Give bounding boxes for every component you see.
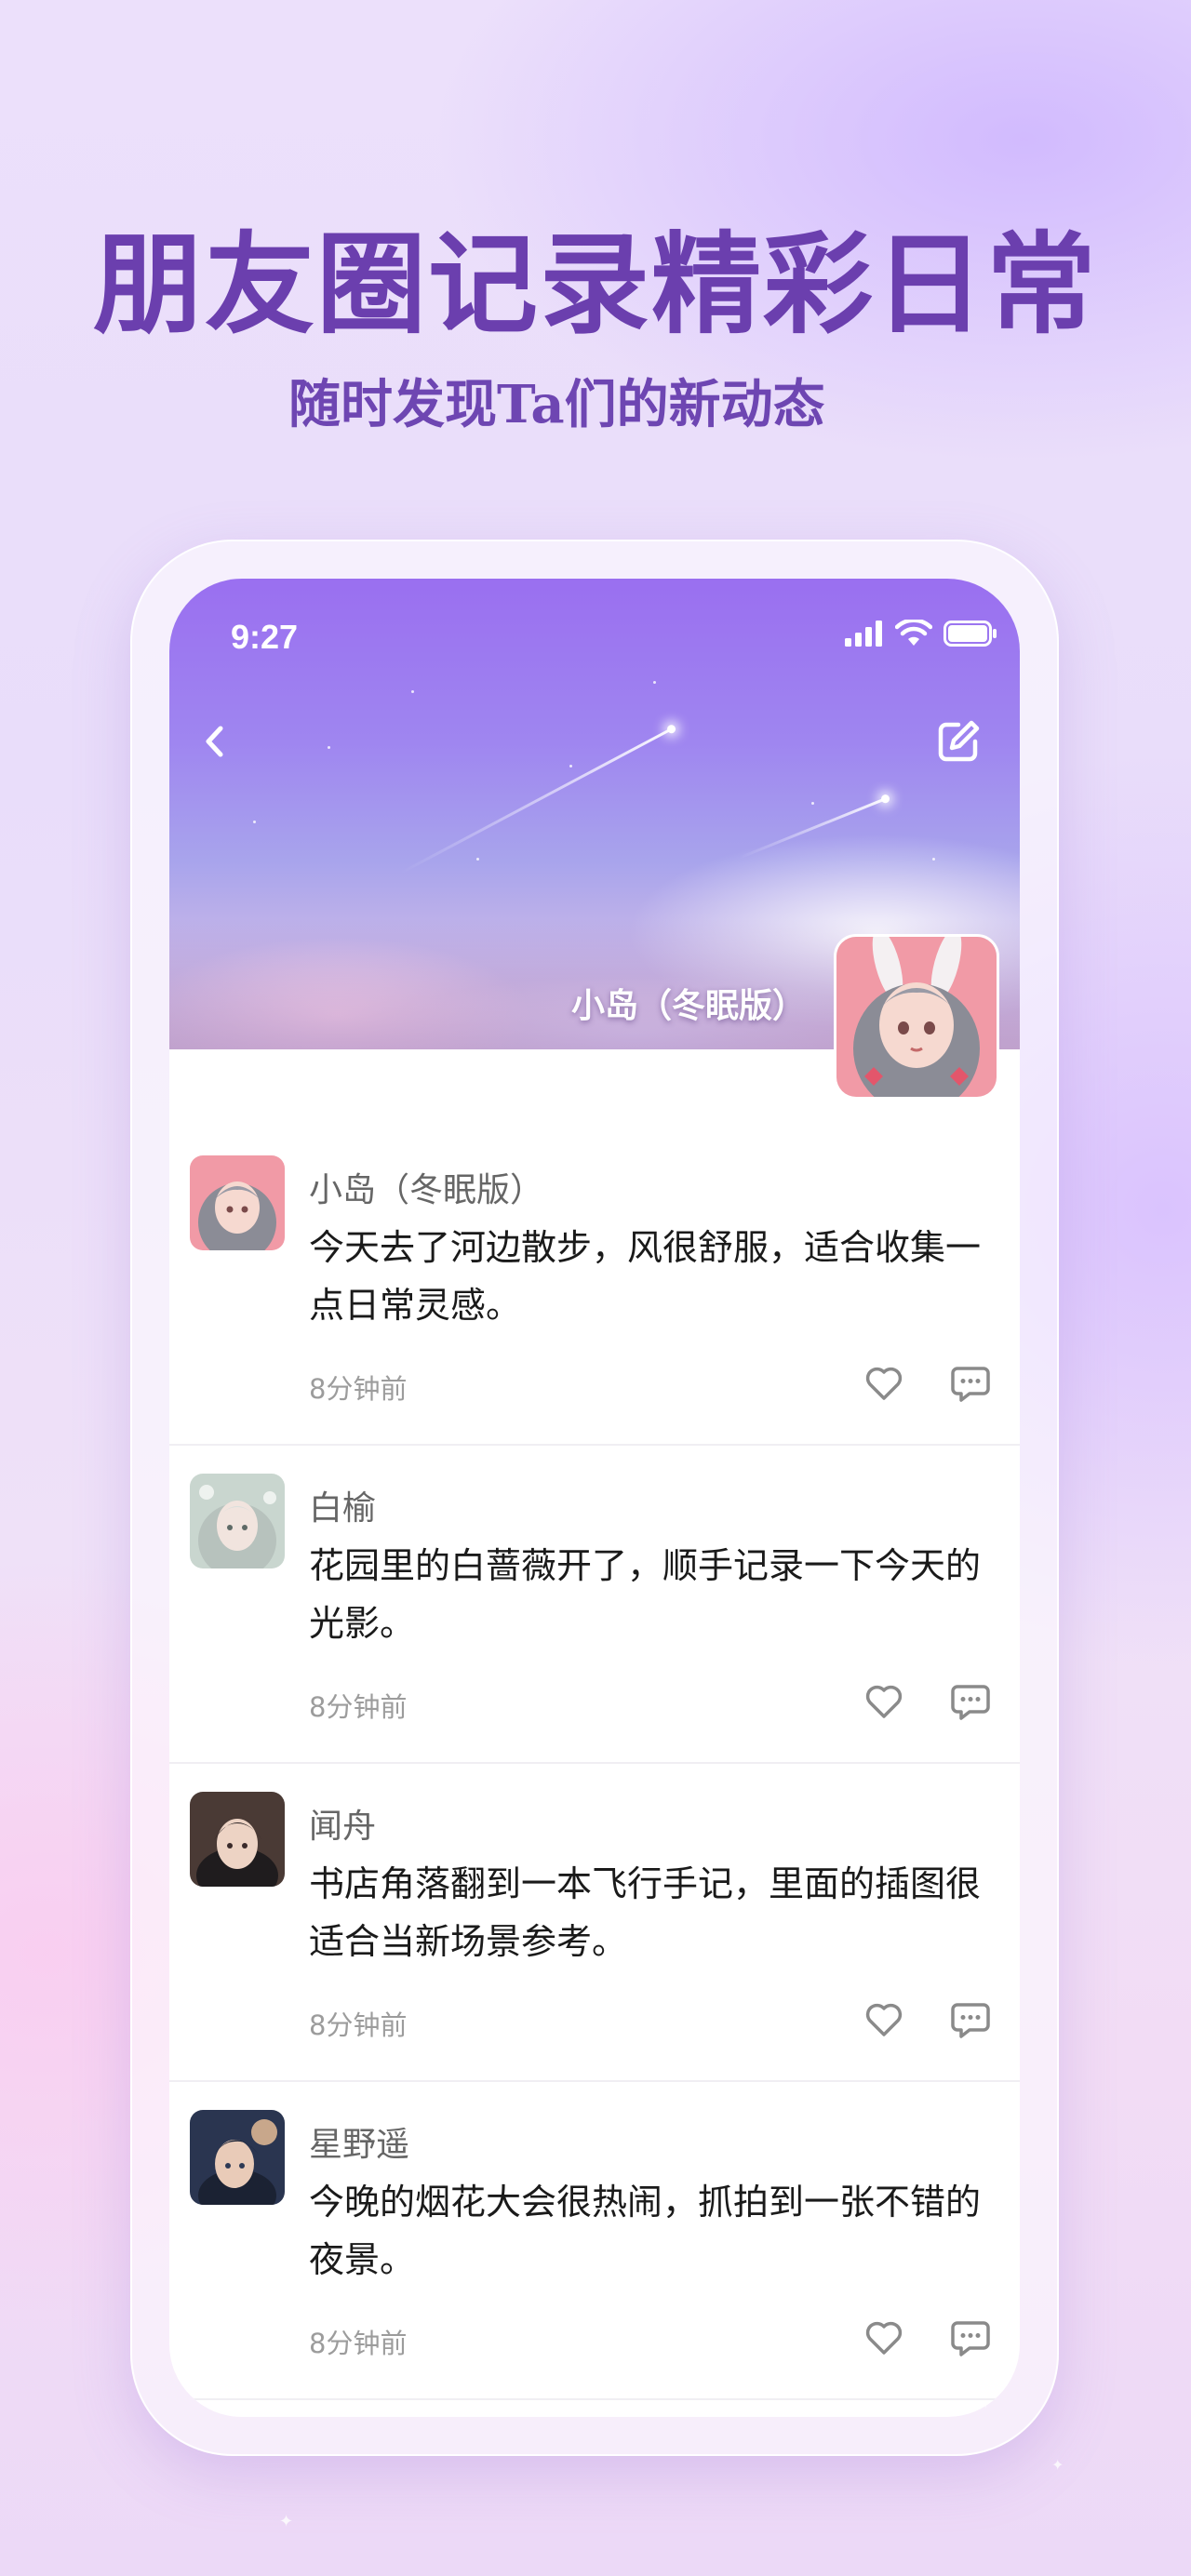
comment-icon [951, 2321, 990, 2356]
avatar [190, 1792, 285, 1887]
edit-icon [938, 720, 980, 762]
comment-button[interactable] [949, 1362, 992, 1405]
post-author[interactable]: 星野遥 [309, 2117, 409, 2166]
feed-post: 星野遥 今晚的烟花大会很热闹，抓拍到一张不错的夜景。 8分钟前 [169, 2082, 1020, 2400]
wifi-icon [895, 620, 932, 646]
comment-button[interactable] [949, 2316, 992, 2359]
star [932, 858, 935, 861]
like-button[interactable] [862, 1996, 906, 2041]
post-author[interactable]: 小岛（冬眠版） [309, 1163, 543, 1211]
star [253, 821, 256, 823]
star [411, 690, 414, 693]
comment-icon [951, 1685, 990, 1720]
comment-icon [951, 1367, 990, 1402]
status-icons [845, 620, 997, 647]
post-text: 花园里的白蔷薇开了，顺手记录一下今天的光影。 [309, 1545, 982, 1644]
star [476, 858, 479, 861]
post-avatar[interactable] [190, 2110, 285, 2205]
heart-icon [865, 1685, 903, 1718]
comment-icon [951, 2003, 990, 2038]
star [569, 765, 572, 767]
like-button[interactable] [862, 1360, 906, 1405]
post-author[interactable]: 闻舟 [309, 1799, 376, 1848]
star [653, 681, 656, 684]
post-avatar[interactable] [190, 1155, 285, 1250]
post-text: 书店角落翻到一本飞行手记，里面的插图很适合当新场景参考。 [309, 1863, 982, 1962]
avatar [190, 1155, 285, 1250]
sparkle-decoration: ✦ [279, 2512, 294, 2531]
star [328, 746, 330, 749]
phone-screen: 9:27 小岛（冬眠版） 小岛（冬眠版） 今天去了河边散步，风很舒服，适合收集一… [169, 579, 1020, 2417]
post-author[interactable]: 白榆 [309, 1481, 376, 1529]
hero-subtitle: 随时发现Ta们的新动态 [288, 374, 825, 435]
profile-name: 小岛（冬眠版） [570, 987, 806, 1025]
heart-icon [865, 2003, 903, 2036]
feed-post: 小岛（冬眠版） 今天去了河边散步，风很舒服，适合收集一点日常灵感。 8分钟前 [169, 1128, 1020, 1446]
meteor [399, 727, 673, 874]
battery-icon [943, 621, 997, 647]
sparkle-decoration: ✦ [1051, 2456, 1064, 2474]
avatar [836, 937, 997, 1097]
avatar [190, 2110, 285, 2205]
comment-button[interactable] [949, 1998, 992, 2041]
star [811, 802, 814, 805]
moments-feed: 小岛（冬眠版） 今天去了河边散步，风很舒服，适合收集一点日常灵感。 8分钟前 白… [169, 1128, 1020, 2400]
post-timestamp: 8分钟前 [309, 2009, 408, 2041]
avatar [190, 1474, 285, 1568]
like-button[interactable] [862, 2315, 906, 2359]
comment-button[interactable] [949, 1680, 992, 1723]
profile-avatar[interactable] [834, 934, 999, 1100]
feed-post: 闻舟 书店角落翻到一本飞行手记，里面的插图很适合当新场景参考。 8分钟前 [169, 1764, 1020, 2082]
chevron-left-icon [206, 726, 223, 757]
post-timestamp: 8分钟前 [309, 2328, 408, 2359]
signal-icon [845, 621, 882, 647]
heart-icon [865, 1367, 903, 1400]
post-text: 今天去了河边散步，风很舒服，适合收集一点日常灵感。 [309, 1227, 982, 1326]
edit-button[interactable] [930, 714, 986, 769]
post-avatar[interactable] [190, 1474, 285, 1568]
like-button[interactable] [862, 1678, 906, 1723]
status-time: 9:27 [231, 618, 299, 656]
back-button[interactable] [188, 714, 244, 769]
meteor [738, 797, 887, 860]
post-timestamp: 8分钟前 [309, 1691, 408, 1723]
post-avatar[interactable] [190, 1792, 285, 1887]
heart-icon [865, 2321, 903, 2355]
post-timestamp: 8分钟前 [309, 1373, 408, 1405]
feed-post: 白榆 花园里的白蔷薇开了，顺手记录一下今天的光影。 8分钟前 [169, 1446, 1020, 1764]
hero-title: 朋友圈记录精彩日常 [92, 220, 1098, 349]
post-text: 今晚的烟花大会很热闹，抓拍到一张不错的夜景。 [309, 2182, 982, 2280]
